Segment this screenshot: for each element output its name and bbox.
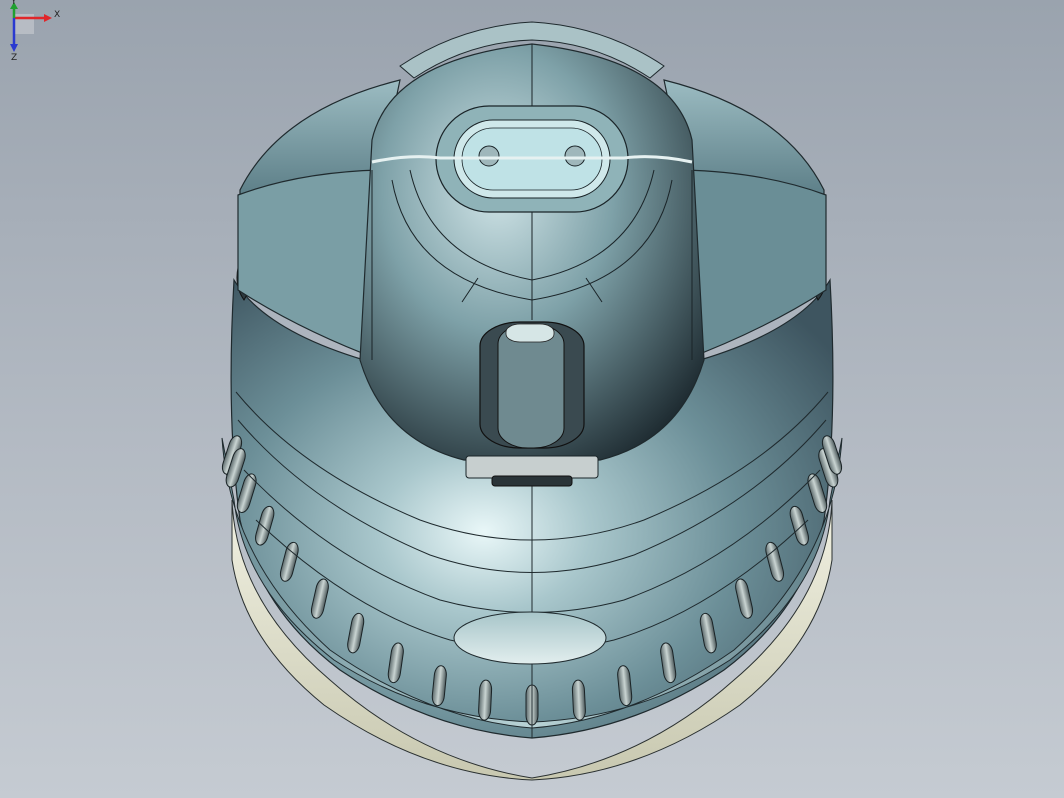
front-button[interactable] [453, 611, 607, 665]
grip-rib [478, 679, 493, 721]
3d-viewport[interactable]: X Y Z [0, 0, 1064, 798]
right-indicator-dot [564, 145, 586, 167]
z-axis-head-icon [10, 44, 18, 52]
axis-triad: X Y Z [10, 0, 60, 62]
y-axis-label: Y [10, 0, 17, 7]
grip-rib [571, 679, 586, 721]
center-slot[interactable] [479, 321, 585, 449]
x-axis-label: X [54, 10, 60, 20]
model-render[interactable] [0, 0, 1064, 798]
z-axis-label: Z [11, 53, 17, 62]
left-indicator-dot [478, 145, 500, 167]
x-axis-head-icon [44, 14, 52, 22]
